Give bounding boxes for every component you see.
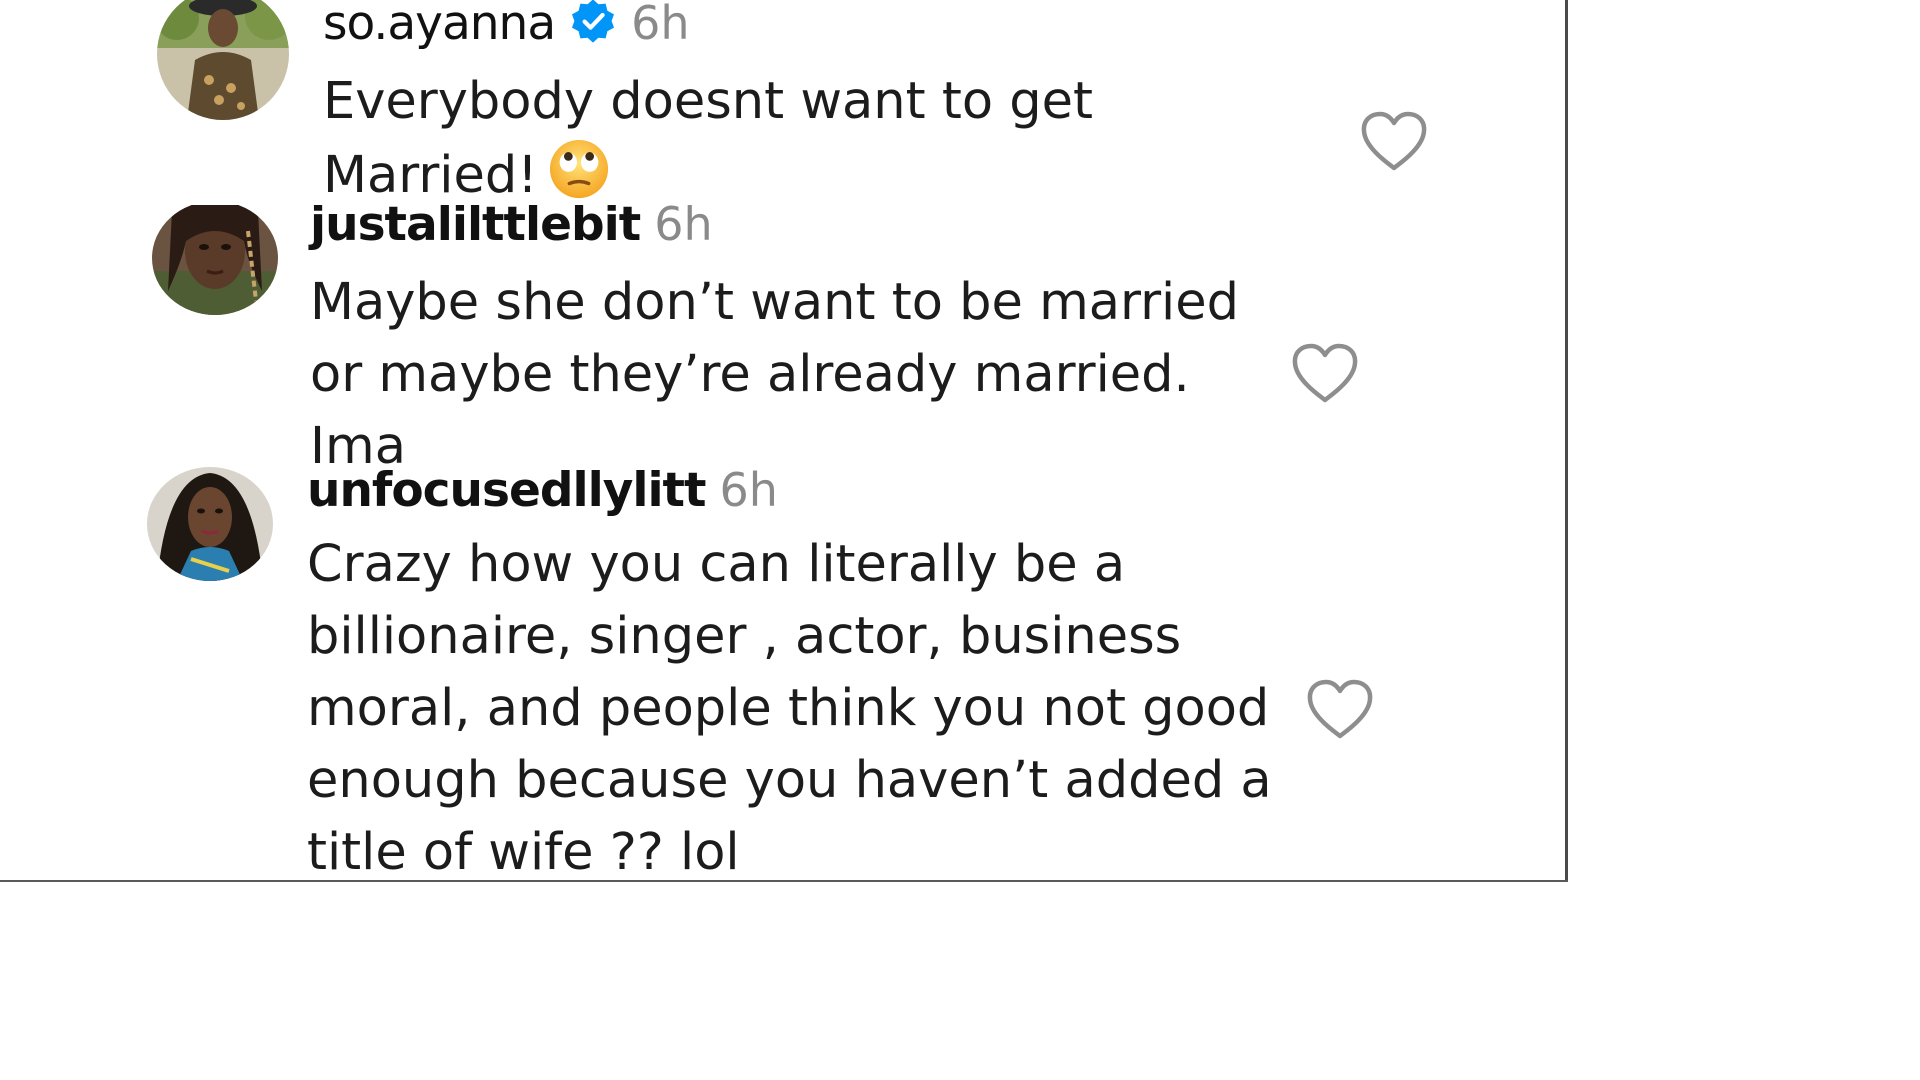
comment-header: unfocusedllylitt 6h [307,465,778,518]
comment-header: justalilttlebit 6h [310,205,713,252]
comment-item: justalilttlebit 6h Maybe she don’t want t… [0,205,1568,465]
comment-text-line: Everybody doesnt want to get [323,72,1093,131]
comments-page: so.ayanna 6h Everybody doesnt want to get… [0,0,1568,882]
divider [0,880,1568,882]
comment-header: so.ayanna 6h [323,0,690,51]
comment-item: so.ayanna 6h Everybody doesnt want to get… [0,0,1568,205]
scrollbar[interactable] [1565,0,1568,882]
avatar[interactable] [157,0,289,120]
like-heart-icon[interactable] [1290,342,1360,404]
comment-text: Everybody doesnt want to get Married! [323,66,1263,205]
avatar-image [152,205,278,315]
comment-text-line: Married! [323,146,538,205]
like-heart-icon[interactable] [1305,678,1375,740]
comment-text: Maybe she don’t want to be married or ma… [310,273,1239,465]
avatar-image [157,0,289,120]
timestamp: 6h [631,0,690,50]
face-with-rolling-eyes-icon [548,138,610,200]
comment-text: Crazy how you can literally be a billion… [307,535,1272,882]
timestamp: 6h [654,205,713,251]
avatar[interactable] [147,467,273,581]
avatar-image [147,467,273,581]
timestamp: 6h [719,465,778,517]
like-heart-icon[interactable] [1359,110,1429,172]
username[interactable]: unfocusedllylitt [307,465,706,518]
verified-badge-icon [569,0,617,45]
avatar[interactable] [152,205,278,315]
username[interactable]: justalilttlebit [310,205,641,252]
username[interactable]: so.ayanna [323,0,556,51]
comment-item: unfocusedllylitt 6h Crazy how you can lit… [0,465,1568,882]
